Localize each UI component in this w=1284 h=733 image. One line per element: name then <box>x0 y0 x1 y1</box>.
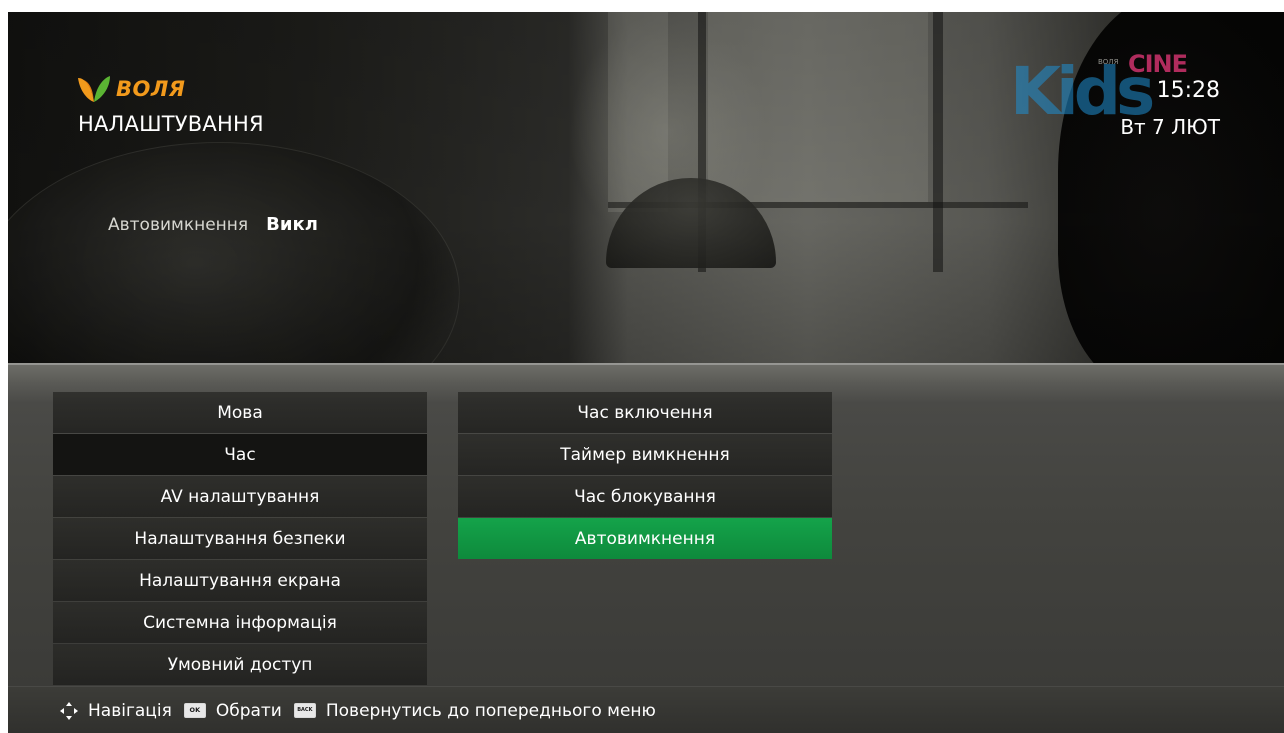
channel-logo-small: ВОЛЯ <box>1098 58 1119 66</box>
sub-menu-item-lock-time[interactable]: Час блокування <box>458 476 832 517</box>
brand-logo: ВОЛЯ <box>76 74 185 104</box>
main-menu-item-time[interactable]: Час <box>53 434 427 475</box>
help-bar: Навігація OK Обрати BACK Повернутись до … <box>8 686 1284 733</box>
main-menu-item-conditional-access[interactable]: Умовний доступ <box>53 644 427 685</box>
help-select-label: Обрати <box>215 700 282 721</box>
main-menu: Мова Час AV налаштування Налаштування бе… <box>53 392 427 686</box>
menu-divider <box>8 363 1284 365</box>
main-menu-item-screen-settings[interactable]: Налаштування екрана <box>53 560 427 601</box>
main-menu-item-security-settings[interactable]: Налаштування безпеки <box>53 518 427 559</box>
current-setting: Автовимкнення Викл <box>108 214 318 235</box>
channel-logo-cine: CINE <box>1128 50 1188 78</box>
brand-name: ВОЛЯ <box>116 77 186 101</box>
tv-screen: ВОЛЯ НАЛАШТУВАННЯ Автовимкнення Викл Kid… <box>8 12 1284 733</box>
page-title: НАЛАШТУВАННЯ <box>78 112 264 136</box>
voya-leaf-icon <box>76 74 112 104</box>
sub-menu-item-sleep-timer[interactable]: Таймер вимкнення <box>458 434 832 475</box>
setting-value: Викл <box>266 214 318 235</box>
main-menu-item-av-settings[interactable]: AV налаштування <box>53 476 427 517</box>
dpad-arrows-icon <box>58 700 80 722</box>
clock: 15:28 <box>1156 78 1220 103</box>
main-menu-item-system-info[interactable]: Системна інформація <box>53 602 427 643</box>
setting-label: Автовимкнення <box>108 215 249 235</box>
help-back-label: Повернутись до попереднього меню <box>325 700 656 721</box>
date: Вт 7 ЛЮТ <box>1120 115 1220 139</box>
help-navigation-label: Навігація <box>88 700 172 721</box>
ok-key-icon: OK <box>183 703 206 718</box>
sub-menu-item-power-on-time[interactable]: Час включення <box>458 392 832 433</box>
sub-menu-item-auto-standby[interactable]: Автовимкнення <box>458 518 832 559</box>
main-menu-item-language[interactable]: Мова <box>53 392 427 433</box>
sub-menu: Час включення Таймер вимкнення Час блоку… <box>458 392 832 560</box>
back-key-icon: BACK <box>293 703 316 718</box>
